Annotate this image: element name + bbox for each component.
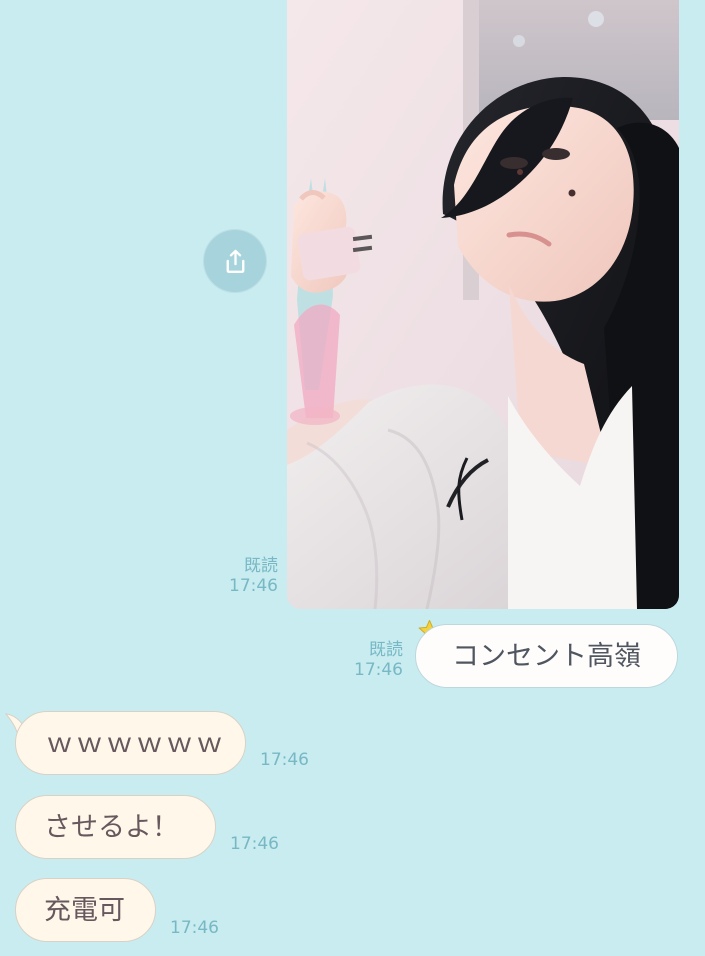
- received-message-time: 17:46: [260, 750, 309, 770]
- sent-message-meta: 既読 17:46: [349, 640, 403, 681]
- read-status: 既読: [244, 556, 278, 576]
- read-status: 既読: [369, 640, 403, 660]
- received-message-bubble[interactable]: ｗｗｗｗｗｗ: [15, 711, 246, 775]
- photo-message-meta: 既読 17:46: [222, 556, 278, 597]
- received-message-time: 17:46: [230, 834, 279, 854]
- photo-content: [287, 0, 679, 609]
- chat-thread: 既読 17:46 既読 17:46 コンセント高嶺 ｗｗｗｗｗｗ 17:46 さ…: [0, 0, 705, 956]
- received-message-time: 17:46: [170, 918, 219, 938]
- message-time: 17:46: [354, 660, 403, 681]
- received-message-bubble[interactable]: させるよ！: [15, 795, 216, 859]
- message-time: 17:46: [229, 576, 278, 597]
- sent-photo-message[interactable]: [287, 0, 679, 609]
- share-button[interactable]: [203, 229, 267, 293]
- received-message-bubble[interactable]: 充電可: [15, 878, 156, 942]
- sent-message-bubble[interactable]: コンセント高嶺: [415, 624, 678, 688]
- share-icon: [226, 249, 244, 273]
